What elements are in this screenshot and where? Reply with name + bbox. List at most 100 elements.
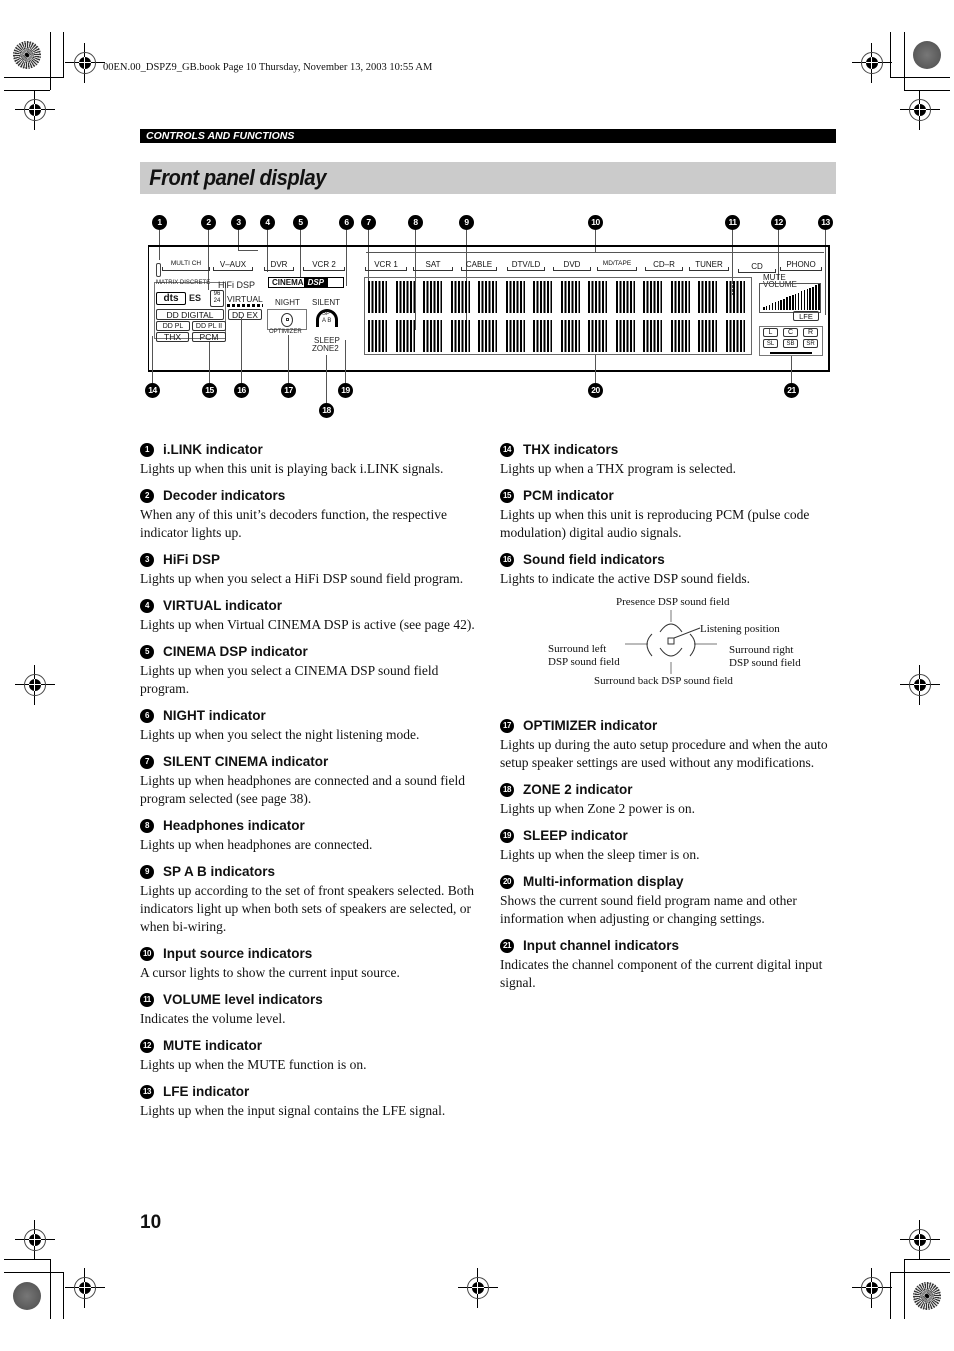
sound-field-icon — [625, 610, 717, 674]
dot-matrix-cell — [643, 281, 662, 313]
item-title: HiFi DSP — [163, 552, 221, 567]
crop-line — [63, 1272, 64, 1319]
callout-6: 6 — [339, 215, 354, 230]
item-description: Lights up when headphones are connected … — [140, 773, 466, 806]
item-title: SLEEP indicator — [523, 828, 628, 843]
item-title: VIRTUAL indicator — [163, 598, 283, 613]
callout-13: 13 — [818, 215, 833, 230]
callout-14: 14 — [145, 383, 160, 398]
item-heading: 10 Input source indicators — [140, 944, 480, 964]
dd-ex-indicator: DD EX — [228, 309, 262, 320]
pcm-indicator: PCM — [192, 332, 226, 342]
crop-line — [904, 90, 950, 91]
channel-l: L — [763, 328, 778, 337]
dot-matrix-cell — [533, 281, 552, 313]
item-number-badge: 14 — [500, 443, 514, 457]
callout-2: 2 — [201, 215, 216, 230]
item-number-badge: 17 — [500, 719, 514, 733]
registration-mark — [900, 1220, 940, 1260]
rate-top: 96 — [213, 291, 221, 297]
surround-left-label-1: Surround left — [548, 643, 607, 655]
leader-line — [791, 356, 792, 383]
volume-bar — [812, 286, 814, 310]
leader-line — [326, 355, 327, 403]
front-panel-diagram: 1 2 3 4 5 6 7 8 9 10 11 12 13 14 15 16 1… — [140, 205, 840, 420]
item-heading: 20 Multi-information display — [500, 872, 840, 892]
dot-matrix-cell — [560, 281, 580, 313]
item-number-badge: 9 — [140, 865, 154, 879]
input-source-v-aux: V–AUX — [213, 260, 253, 271]
lfe-indicator: LFE — [793, 311, 819, 321]
item-heading: 3 HiFi DSP — [140, 550, 480, 570]
registration-mark — [65, 1268, 105, 1308]
item-description: Lights up when Virtual CINEMA DSP is act… — [140, 617, 475, 632]
input-source-dtv-ld: DTV/LD — [507, 260, 545, 271]
registration-mark — [15, 1220, 55, 1260]
dot-matrix-cell — [588, 281, 607, 313]
item-heading: 17 OPTIMIZER indicator — [500, 716, 840, 736]
multi-information-display — [364, 277, 752, 355]
item-number-badge: 5 — [140, 645, 154, 659]
crop-line — [904, 32, 905, 90]
item-title: LFE indicator — [163, 1084, 250, 1099]
item-title: CINEMA DSP indicator — [163, 644, 308, 659]
item-description: Lights up when this unit is reproducing … — [500, 507, 810, 540]
dot-matrix-cell — [368, 281, 387, 313]
item-number-badge: 11 — [140, 993, 154, 1007]
dot-matrix-cell — [560, 320, 580, 352]
channel-sl: SL — [763, 339, 778, 348]
item-title: Decoder indicators — [163, 488, 286, 503]
item-number-badge: 2 — [140, 489, 154, 503]
description-item: 20 Multi-information display Shows the cur… — [500, 872, 840, 928]
item-description: Lights up when this unit is playing back… — [140, 461, 444, 476]
item-description: Lights up during the auto setup procedur… — [500, 737, 828, 770]
dot-matrix-cell — [505, 320, 525, 352]
ab-label: A B — [322, 318, 332, 324]
dot-matrix-cell — [478, 281, 497, 313]
item-heading: 19 SLEEP indicator — [500, 826, 840, 846]
dot-matrix-cell — [670, 281, 690, 313]
dot-matrix-cell — [423, 320, 442, 352]
registration-mark — [900, 665, 940, 705]
description-item: 1 i.LINK indicator Lights up when this uni… — [140, 440, 480, 478]
description-item: 15 PCM indicator Lights up when this unit … — [500, 486, 840, 542]
item-description: Lights up when a THX program is selected… — [500, 461, 736, 476]
callout-10: 10 — [588, 215, 603, 230]
callout-21: 21 — [784, 383, 799, 398]
night-label: NIGHT — [275, 298, 300, 307]
color-target-icon — [913, 1282, 941, 1310]
description-item: 8 Headphones indicator Lights up when head… — [140, 816, 480, 854]
callout-1: 1 — [152, 215, 167, 230]
description-item: 4 VIRTUAL indicator Lights up when Virtual… — [140, 596, 480, 634]
channel-c: C — [783, 328, 798, 337]
volume-bar — [783, 298, 785, 310]
leader-line — [152, 336, 153, 383]
dts-logo: dts — [156, 292, 186, 305]
item-title: VOLUME level indicators — [163, 992, 323, 1007]
description-item: 2 Decoder indicators When any of this unit… — [140, 486, 480, 542]
input-source-cd: CD — [738, 262, 776, 273]
item-number-badge: 16 — [500, 553, 514, 567]
registration-mark — [458, 1268, 498, 1308]
item-description: Indicates the volume level. — [140, 1011, 286, 1026]
callout-7: 7 — [361, 215, 376, 230]
volume-bar — [792, 295, 794, 310]
volume-level-meter — [759, 283, 821, 313]
volume-bar — [789, 296, 791, 310]
surround-right-label-2: DSP sound field — [729, 657, 801, 669]
dot-matrix-cell — [533, 320, 552, 352]
description-item: 21 Input channel indicators Indicates the … — [500, 936, 840, 992]
callout-8: 8 — [408, 215, 423, 230]
sound-field-diagram: Presence DSP sound field Listening posit… — [500, 596, 840, 706]
volume-bar — [763, 307, 765, 310]
volume-bar — [803, 290, 806, 310]
dot-matrix-cell — [725, 320, 745, 352]
color-target-icon — [913, 41, 941, 69]
callout-4: 4 — [260, 215, 275, 230]
volume-bar — [777, 301, 779, 310]
item-heading: 15 PCM indicator — [500, 486, 840, 506]
silent-label: SILENT — [312, 298, 341, 307]
crop-line — [63, 32, 64, 78]
dot-matrix-cell — [698, 281, 717, 313]
item-number-badge: 7 — [140, 755, 154, 769]
